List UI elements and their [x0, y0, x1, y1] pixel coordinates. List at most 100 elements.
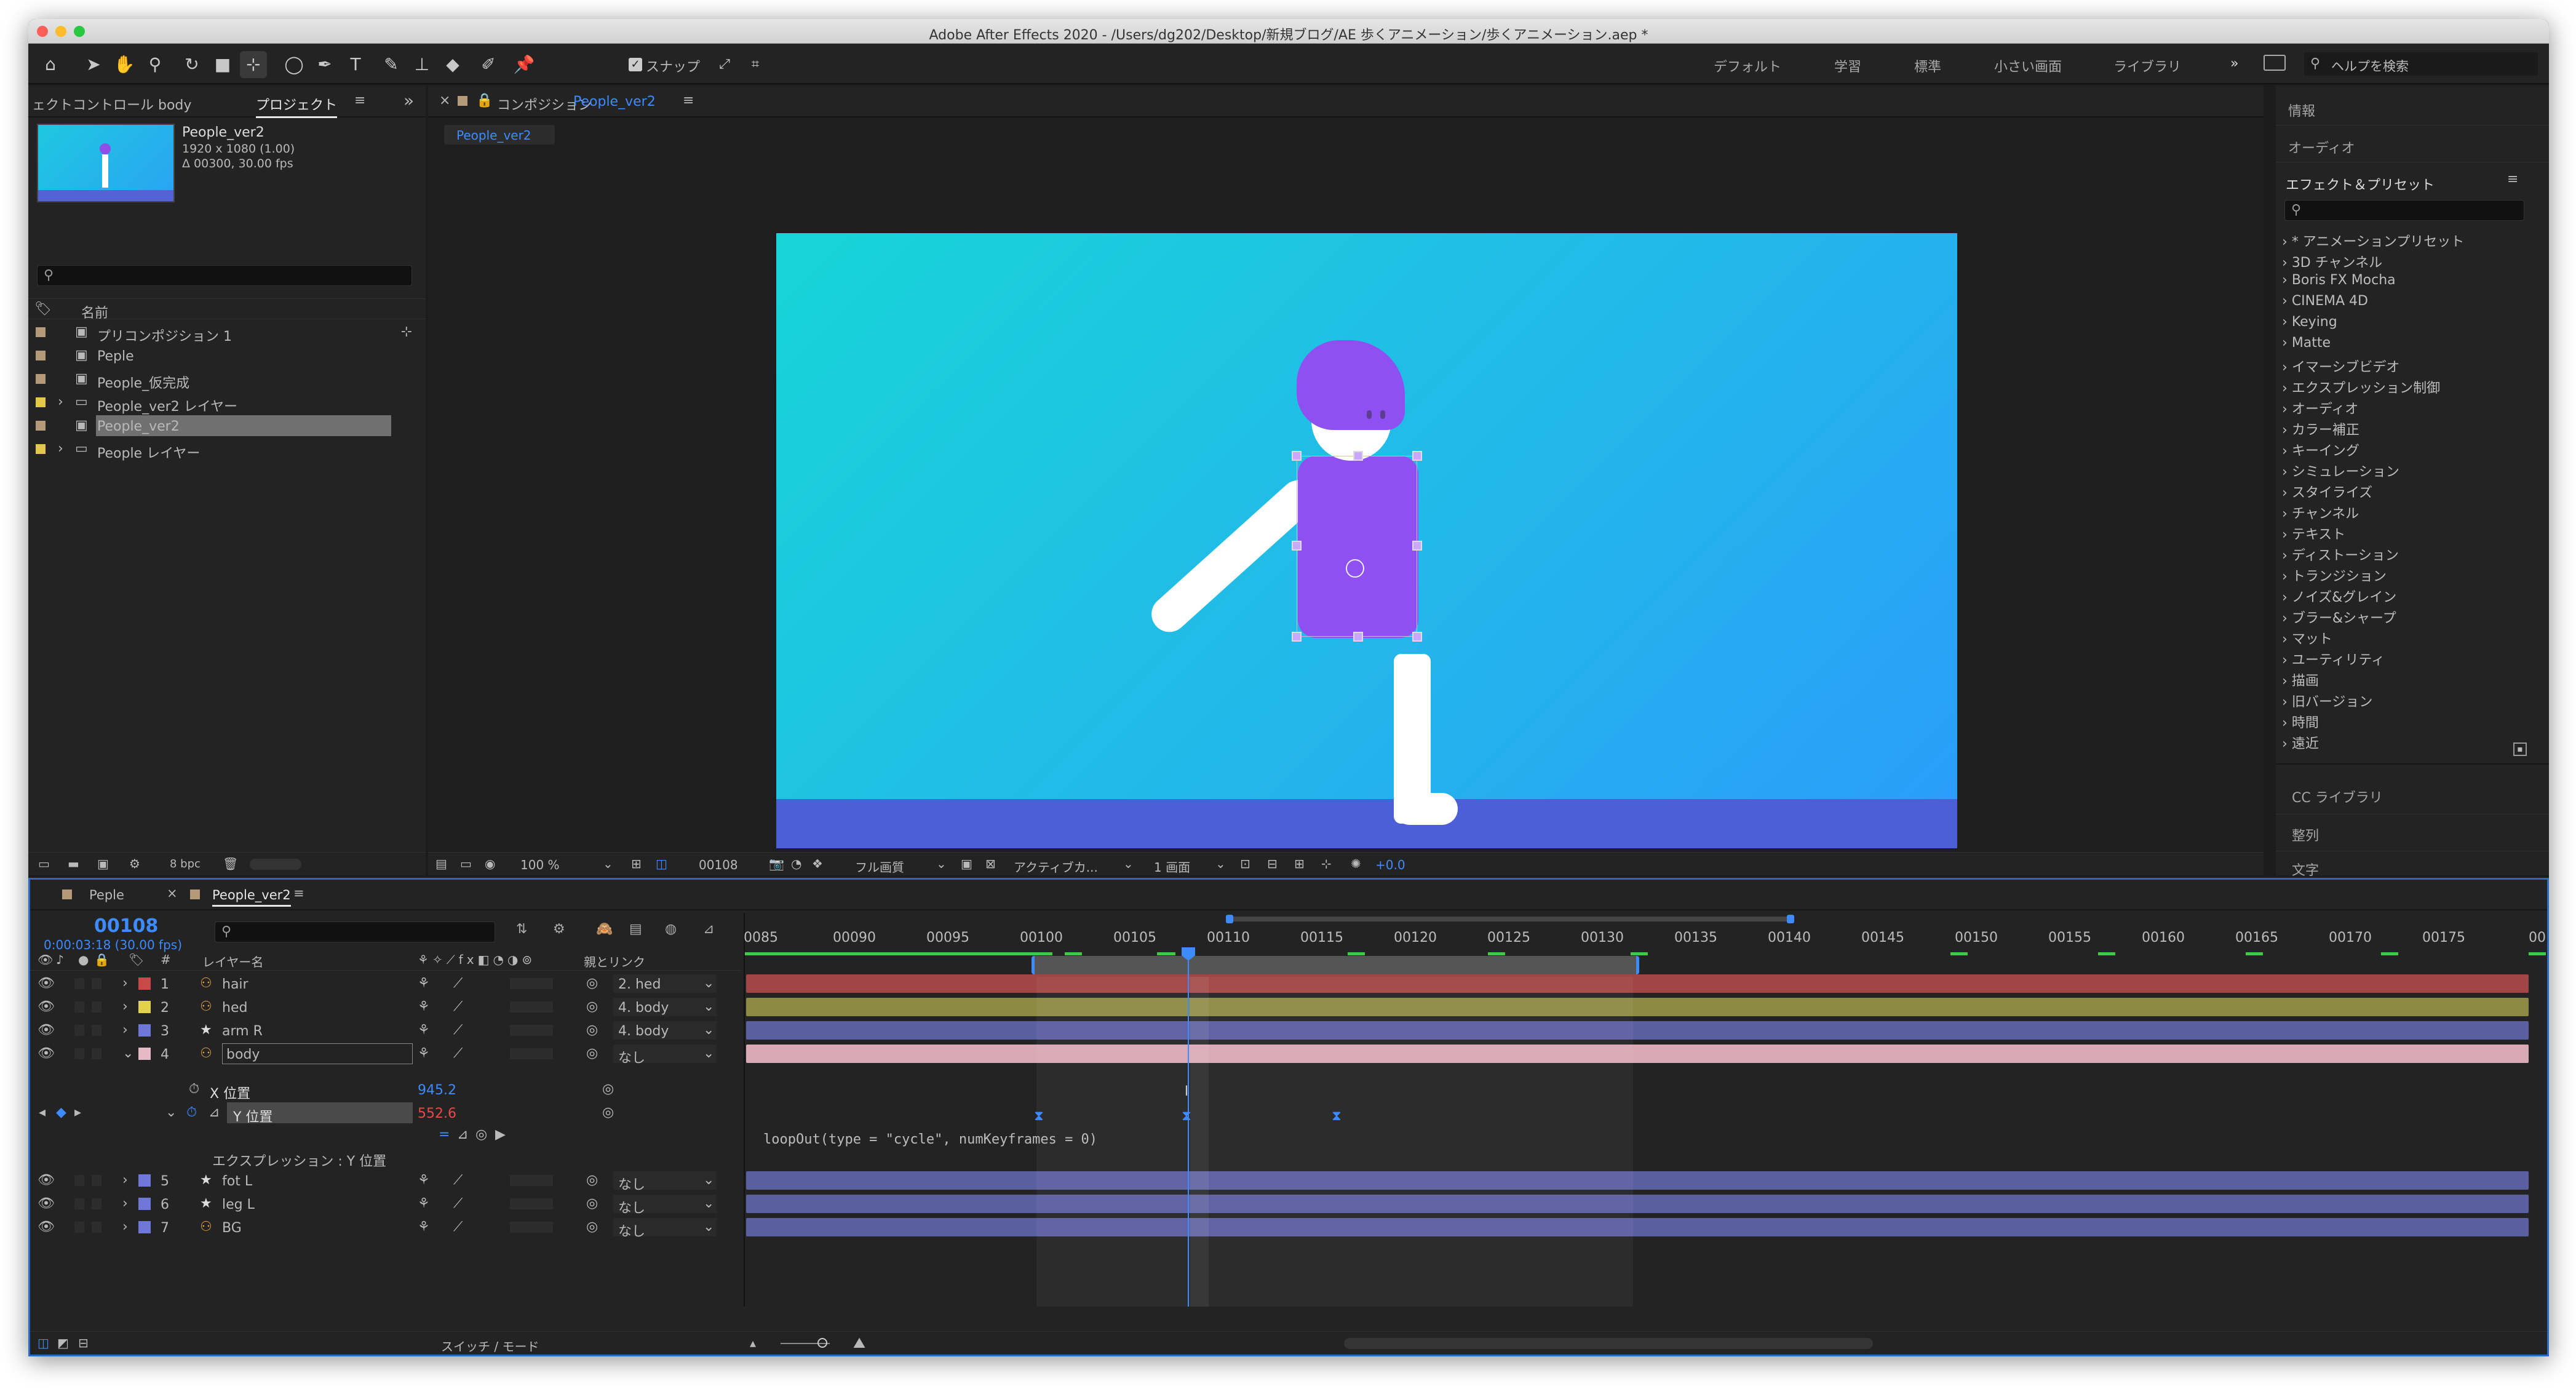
expression-enable-icon[interactable]: =	[439, 1127, 450, 1142]
flowchart-icon[interactable]: ⊹	[1321, 856, 1332, 871]
layer-row[interactable]: 👁 › 7 ⚇ BG ⚘ ⟋ ◎ なし ⌄	[30, 1216, 741, 1240]
transform-handle[interactable]	[1292, 541, 1302, 551]
anchor-point-icon[interactable]	[1346, 559, 1364, 578]
puppet-pin-tool-icon[interactable]: 📌	[511, 51, 538, 78]
layer-row[interactable]: 👁 ⌄ 4 ⚇ body ⚘ ⟋ ◎ なし ⌄	[30, 1042, 741, 1066]
effect-category-item[interactable]: › キーイング	[2282, 440, 2359, 460]
label-color-swatch[interactable]	[138, 1024, 151, 1037]
pick-whip-icon[interactable]: ◎	[586, 1172, 598, 1188]
workspace-libraries[interactable]: ライブラリ	[2113, 56, 2181, 76]
flowchart-icon[interactable]: ⊹	[401, 324, 412, 340]
collapse-transform-icon[interactable]: ⚘	[418, 1172, 430, 1188]
selection-tool-icon[interactable]: ➤	[80, 51, 107, 78]
pick-whip-icon[interactable]: ◎	[586, 1196, 598, 1211]
transform-handle[interactable]	[1412, 451, 1422, 461]
tab-effect-controls[interactable]: ェクトコントロール body	[32, 94, 191, 114]
quality-switch-icon[interactable]: ⟋	[453, 1172, 463, 1188]
eye-icon[interactable]: 👁	[38, 1219, 55, 1235]
project-settings-icon[interactable]: ⚙	[129, 856, 140, 871]
pick-whip-icon[interactable]: ◎	[475, 1127, 487, 1142]
cc-libraries-tab[interactable]: CC ライブラリ	[2292, 787, 2383, 806]
transfer-controls-icon[interactable]: ◩	[57, 1335, 69, 1350]
chevron-down-icon[interactable]: ⌄	[703, 1196, 714, 1211]
collapse-transform-icon[interactable]: ⚘	[418, 999, 430, 1014]
info-panel-tab[interactable]: 情報	[2288, 100, 2315, 120]
effect-category-item[interactable]: › 3D チャンネル	[2282, 252, 2382, 271]
transparency-grid-icon[interactable]: ⊠	[985, 856, 996, 871]
label-color-swatch[interactable]	[36, 397, 46, 407]
color-channel-icon[interactable]: ❖	[812, 856, 823, 871]
expression-code-field[interactable]: loopOut(type = "cycle", numKeyframes = 0…	[763, 1132, 1097, 1147]
monitor-icon[interactable]: ▭	[460, 856, 472, 871]
solo-toggle[interactable]	[74, 1198, 84, 1209]
chevron-right-icon[interactable]: ›	[58, 394, 63, 410]
prev-keyframe-icon[interactable]: ◂	[39, 1105, 46, 1120]
new-comp-icon[interactable]: ▣	[97, 856, 109, 871]
lock-toggle[interactable]	[92, 1198, 101, 1209]
solo-toggle[interactable]	[74, 1048, 84, 1059]
zoom-tool-icon[interactable]: ⚲	[141, 51, 169, 78]
collapse-transform-icon[interactable]: ⚘	[418, 1022, 430, 1038]
switch-cells[interactable]	[510, 978, 553, 989]
y-position-label[interactable]: Y 位置	[227, 1102, 413, 1125]
solo-toggle[interactable]	[74, 1222, 84, 1233]
stopwatch-icon[interactable]: ⏱	[186, 1105, 197, 1120]
tab-people-ver2[interactable]: People_ver2	[212, 888, 291, 907]
eye-icon[interactable]: 👁	[38, 1046, 55, 1061]
parent-select[interactable]: なし	[613, 1045, 717, 1066]
rotate-tool-icon[interactable]: ↻	[178, 51, 205, 78]
label-color-swatch[interactable]	[36, 351, 46, 360]
chevron-down-icon[interactable]: ⌄	[703, 1046, 714, 1061]
transform-handle[interactable]	[1412, 541, 1422, 551]
home-icon[interactable]: ⌂	[37, 51, 64, 78]
lock-toggle[interactable]	[92, 1222, 101, 1233]
lock-toggle[interactable]	[92, 1025, 101, 1036]
shy-layers-icon[interactable]: 🙈	[596, 921, 613, 937]
label-color-swatch[interactable]	[138, 1048, 151, 1060]
chevron-down-icon[interactable]: ⌄	[703, 1172, 714, 1188]
keyframe-icon[interactable]: ⧗	[1332, 1108, 1341, 1124]
chevron-down-icon[interactable]: ⌄	[703, 1022, 714, 1038]
snap-checkbox[interactable]: ✓	[629, 58, 642, 71]
quality-switch-icon[interactable]: ⟋	[453, 976, 463, 991]
eraser-tool-icon[interactable]: ◆	[439, 51, 466, 78]
brush-tool-icon[interactable]: ✎	[378, 51, 405, 78]
label-color-swatch[interactable]	[36, 327, 46, 337]
quality-switch-icon[interactable]: ⟋	[453, 1046, 463, 1061]
effect-category-item[interactable]: › マット	[2282, 628, 2332, 648]
label-color-swatch[interactable]	[138, 977, 151, 990]
delete-icon[interactable]: 🗑	[223, 856, 238, 871]
snapshot-icon[interactable]: 📷	[769, 856, 784, 871]
current-frame-field[interactable]: 00108	[699, 858, 738, 872]
parent-select[interactable]: 4. body	[613, 1021, 717, 1040]
effect-category-item[interactable]: › 描画	[2282, 670, 2319, 690]
chevron-down-icon[interactable]: ⌄	[1123, 856, 1134, 871]
camera-tool-icon[interactable]: ■	[209, 51, 236, 78]
collapse-transform-icon[interactable]: ⚘	[418, 1196, 430, 1211]
effect-category-item[interactable]: › 遠近	[2282, 733, 2319, 752]
toggle-pixel-aspect-icon[interactable]: ⊡	[1240, 856, 1250, 871]
effect-category-item[interactable]: › 時間	[2282, 712, 2319, 731]
label-color-swatch[interactable]	[138, 1198, 151, 1210]
eye-icon[interactable]: 👁	[38, 1172, 55, 1188]
layer-name[interactable]: hed	[222, 1000, 247, 1016]
layer-name[interactable]: BG	[222, 1220, 242, 1236]
pan-behind-tool-icon[interactable]: ⊹	[240, 51, 267, 78]
hand-tool-icon[interactable]: ✋	[111, 51, 138, 78]
help-search-input[interactable]: ⚲ ヘルプを検索	[2304, 52, 2538, 76]
next-keyframe-icon[interactable]: ▸	[74, 1105, 81, 1120]
timeline-search-input[interactable]: ⚲	[215, 921, 495, 942]
layer-name[interactable]: arm R	[222, 1024, 263, 1039]
region-of-interest-icon[interactable]: ◫	[656, 856, 667, 871]
transform-handle[interactable]	[1353, 451, 1363, 461]
zoom-level-select[interactable]: 100 %	[520, 858, 560, 872]
lock-toggle[interactable]	[92, 1001, 101, 1013]
effects-search-input[interactable]: ⚲	[2284, 200, 2524, 221]
effect-category-item[interactable]: › * アニメーションプリセット	[2282, 231, 2464, 250]
effect-category-item[interactable]: › シミュレーション	[2282, 461, 2399, 480]
transform-handle[interactable]	[1292, 451, 1302, 461]
effect-category-item[interactable]: › チャンネル	[2282, 503, 2359, 522]
timeline-scrollbar[interactable]	[1344, 1338, 1873, 1349]
reset-exposure-icon[interactable]: ✺	[1351, 856, 1361, 871]
label-color-swatch[interactable]	[36, 374, 46, 384]
